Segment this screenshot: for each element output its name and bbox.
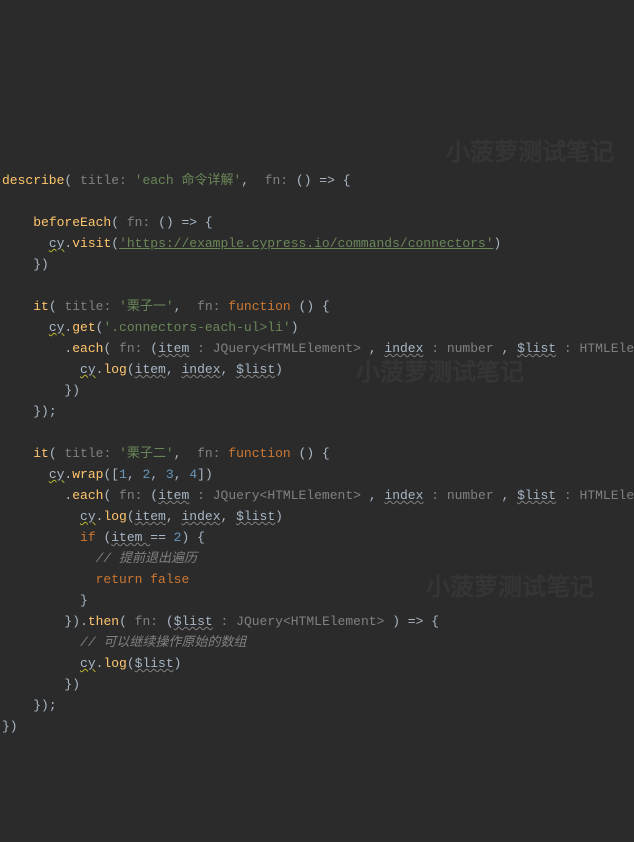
code-line: .each( fn: (item : JQuery<HTMLElement> ,… (2, 488, 634, 503)
code-line: cy.get('.connectors-each-ul>li') (2, 320, 299, 335)
code-line: }) (2, 677, 80, 692)
code-editor: 小菠萝测试笔记 小菠萝测试笔记 小菠萝测试笔记 describe( title:… (0, 84, 634, 737)
code-line: } (2, 593, 88, 608)
code-line: cy.wrap([1, 2, 3, 4]) (2, 467, 213, 482)
code-line: }); (2, 404, 57, 419)
code-line: // 可以继续操作原始的数组 (2, 635, 246, 650)
code-line: }) (2, 383, 80, 398)
code-line: it( title: '栗子二', fn: function () { (2, 446, 330, 461)
code-line: }).then( fn: ($list : JQuery<HTMLElement… (2, 614, 439, 629)
code-line: cy.visit('https://example.cypress.io/com… (2, 236, 501, 251)
code-line: beforeEach( fn: () => { (2, 215, 213, 230)
code-line: .each( fn: (item : JQuery<HTMLElement> ,… (2, 341, 634, 356)
code-line: cy.log(item, index, $list) (2, 509, 283, 524)
code-line: it( title: '栗子一', fn: function () { (2, 299, 330, 314)
watermark: 小菠萝测试笔记 (426, 579, 594, 600)
code-line: // 提前退出遍历 (2, 551, 197, 566)
code-line: describe( title: 'each 命令详解', fn: () => … (2, 173, 351, 188)
code-line: cy.log($list) (2, 656, 181, 671)
code-line: }) (2, 257, 49, 272)
code-line: return false (2, 572, 189, 587)
watermark: 小菠萝测试笔记 (356, 364, 524, 385)
code-line: }) (2, 719, 18, 734)
code-line: }); (2, 698, 57, 713)
code-line: cy.log(item, index, $list) (2, 362, 283, 377)
code-line: if (item == 2) { (2, 530, 205, 545)
watermark: 小菠萝测试笔记 (446, 144, 614, 165)
